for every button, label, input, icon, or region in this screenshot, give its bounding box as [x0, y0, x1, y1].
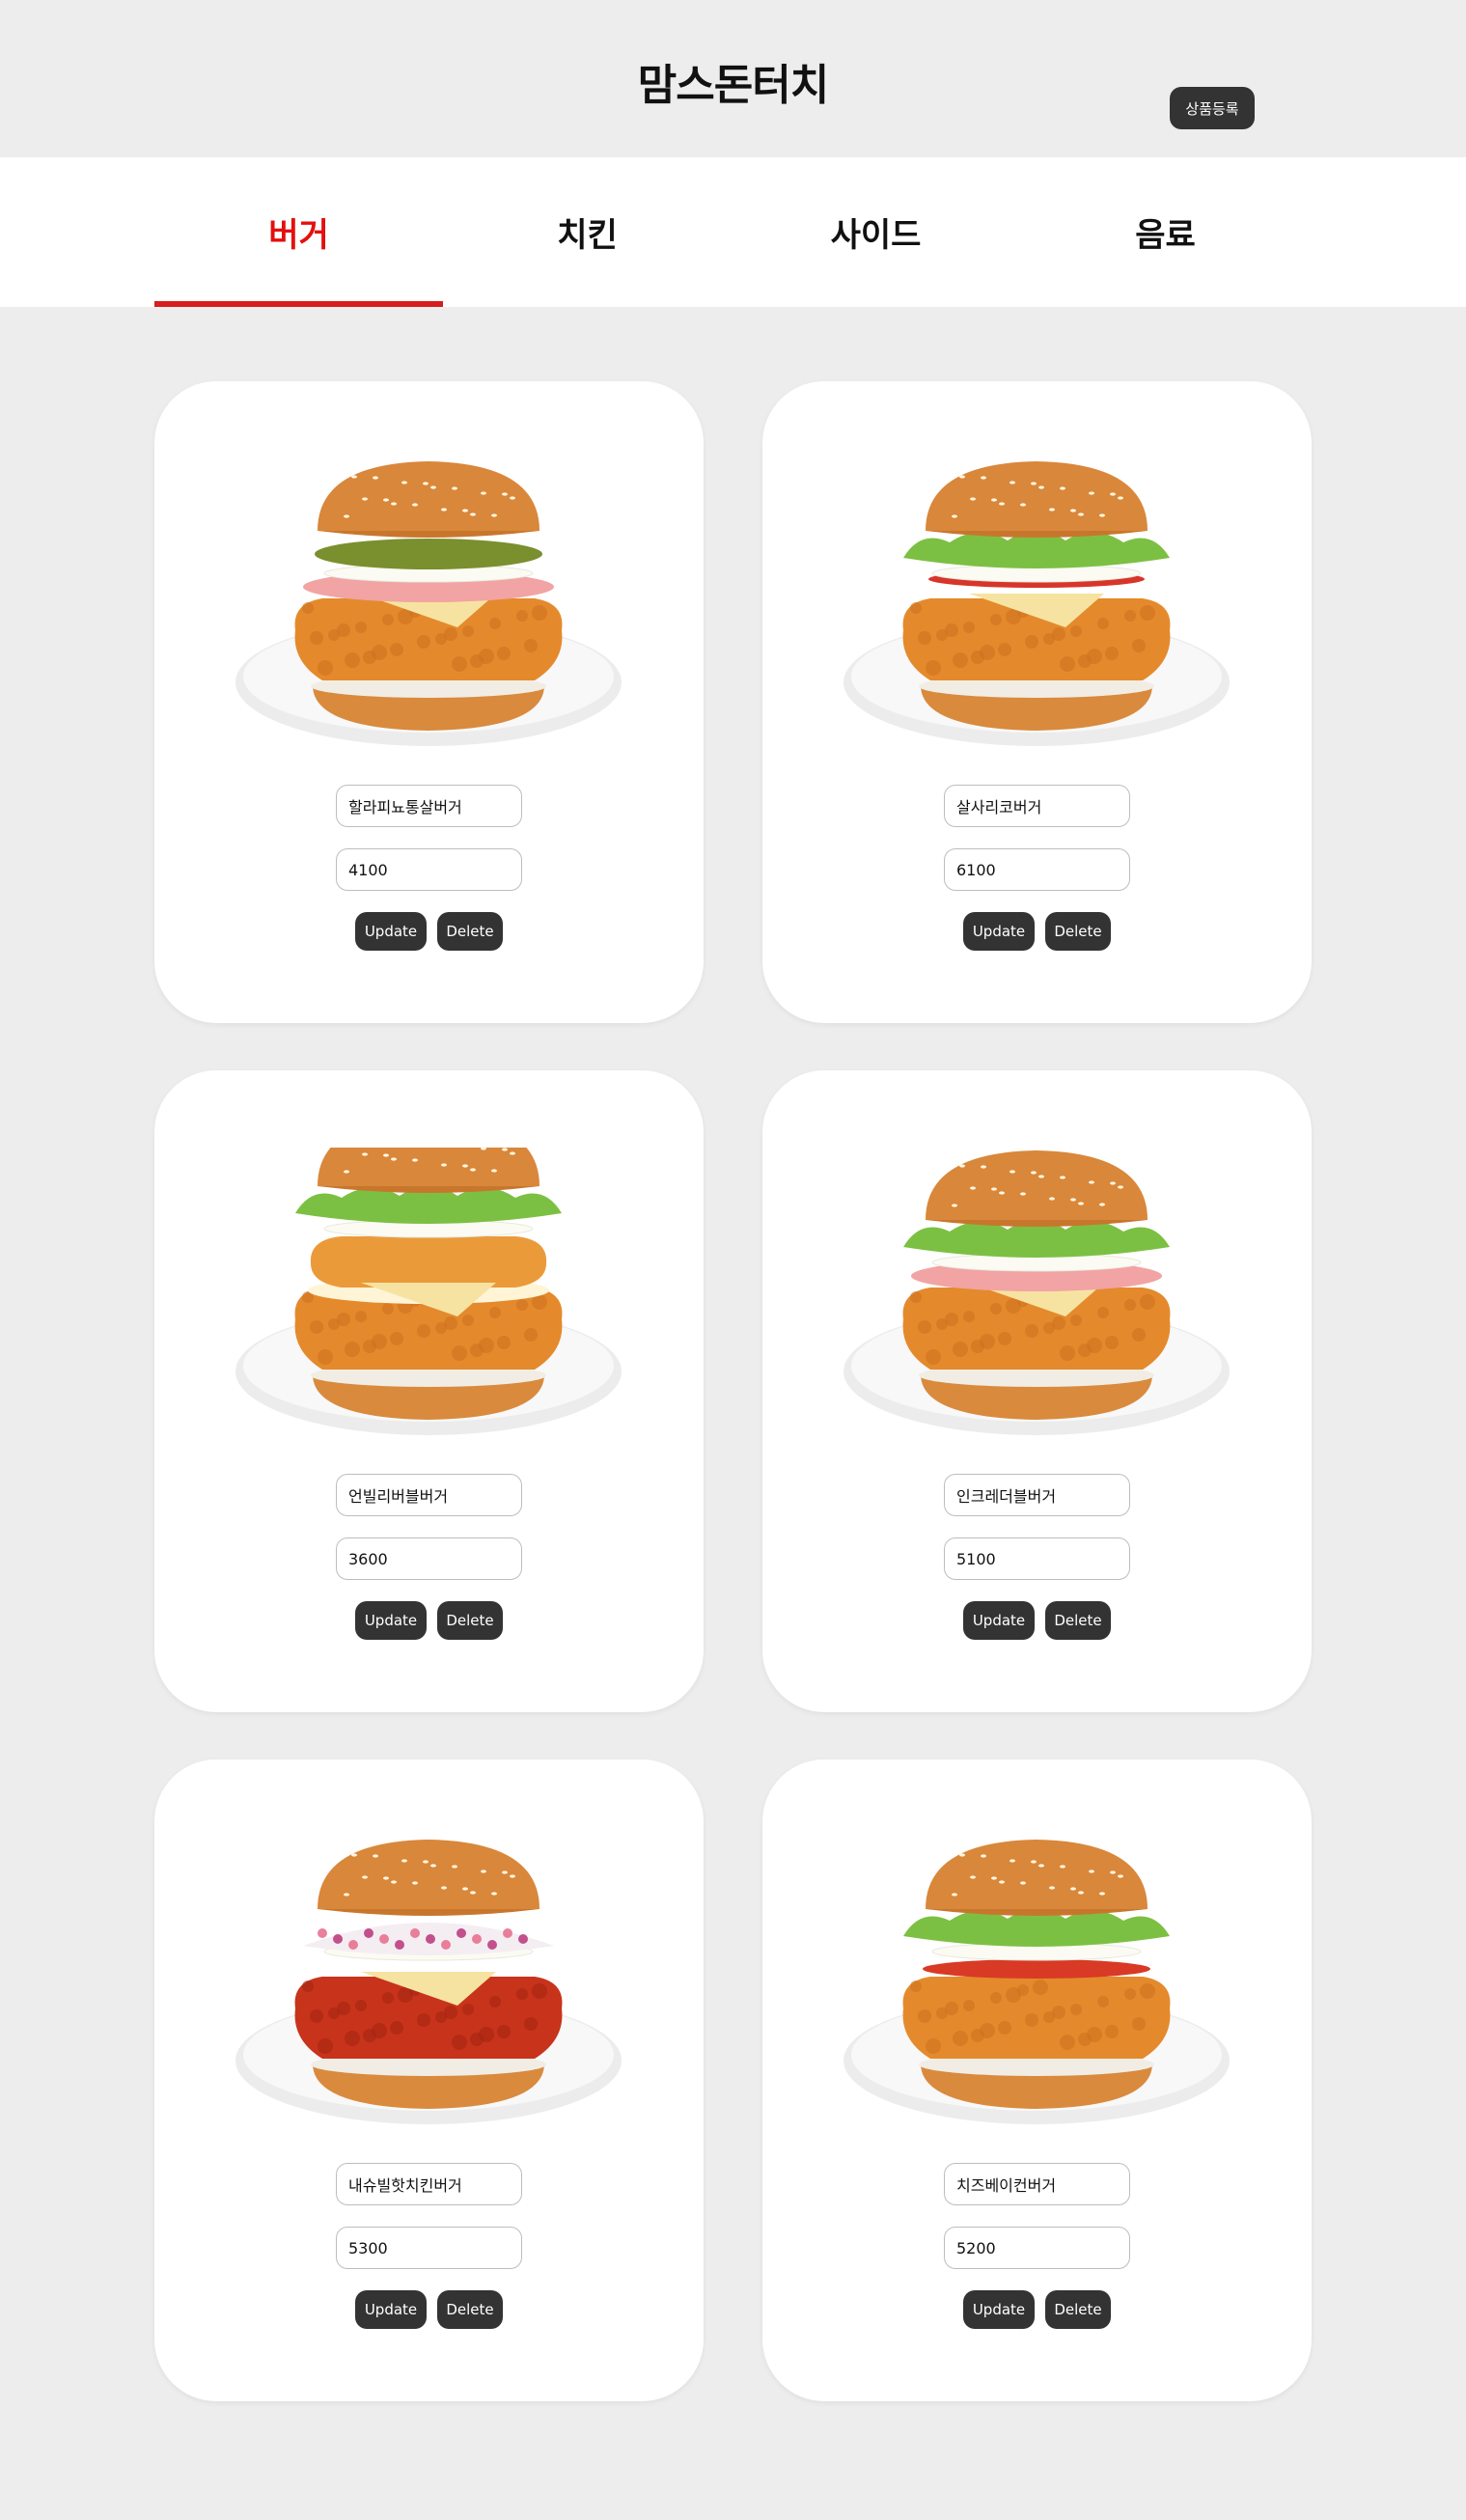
burger-image [844, 1840, 1230, 2124]
product-card: Update Delete [154, 1759, 704, 2401]
product-card: Update Delete [154, 1070, 704, 1712]
burger-image [844, 1150, 1230, 1435]
register-product-button[interactable]: 상품등록 [1170, 87, 1255, 129]
tab-drink[interactable]: 음료 [1021, 157, 1310, 307]
tab-chicken[interactable]: 치킨 [443, 157, 732, 307]
product-card: Update Delete [762, 381, 1312, 1023]
category-tabs: 버거 치킨 사이드 음료 [0, 157, 1466, 307]
product-name-input[interactable] [336, 1474, 522, 1516]
delete-button[interactable]: Delete [1045, 1601, 1111, 1640]
tab-burger[interactable]: 버거 [154, 157, 443, 307]
delete-button[interactable]: Delete [437, 1601, 503, 1640]
burger-image [235, 461, 622, 746]
product-price-input[interactable] [336, 848, 522, 891]
product-card: Update Delete [762, 1070, 1312, 1712]
product-name-input[interactable] [944, 1474, 1130, 1516]
product-name-input[interactable] [336, 785, 522, 827]
delete-button[interactable]: Delete [437, 2290, 503, 2329]
product-price-input[interactable] [944, 848, 1130, 891]
delete-button[interactable]: Delete [1045, 2290, 1111, 2329]
update-button[interactable]: Update [355, 912, 427, 951]
product-card: Update Delete [762, 1759, 1312, 2401]
delete-button[interactable]: Delete [1045, 912, 1111, 951]
update-button[interactable]: Update [963, 912, 1035, 951]
update-button[interactable]: Update [963, 2290, 1035, 2329]
product-price-input[interactable] [944, 1537, 1130, 1580]
burger-image [235, 1148, 622, 1435]
burger-image [235, 1840, 622, 2124]
burger-image [844, 461, 1230, 746]
delete-button[interactable]: Delete [437, 912, 503, 951]
update-button[interactable]: Update [355, 1601, 427, 1640]
product-price-input[interactable] [336, 1537, 522, 1580]
update-button[interactable]: Update [355, 2290, 427, 2329]
product-card: Update Delete [154, 381, 704, 1023]
product-price-input[interactable] [944, 2227, 1130, 2269]
product-name-input[interactable] [944, 785, 1130, 827]
product-name-input[interactable] [336, 2163, 522, 2205]
update-button[interactable]: Update [963, 1601, 1035, 1640]
product-name-input[interactable] [944, 2163, 1130, 2205]
tab-side[interactable]: 사이드 [732, 157, 1020, 307]
product-price-input[interactable] [336, 2227, 522, 2269]
header: 맘스돈터치 상품등록 [0, 0, 1466, 157]
